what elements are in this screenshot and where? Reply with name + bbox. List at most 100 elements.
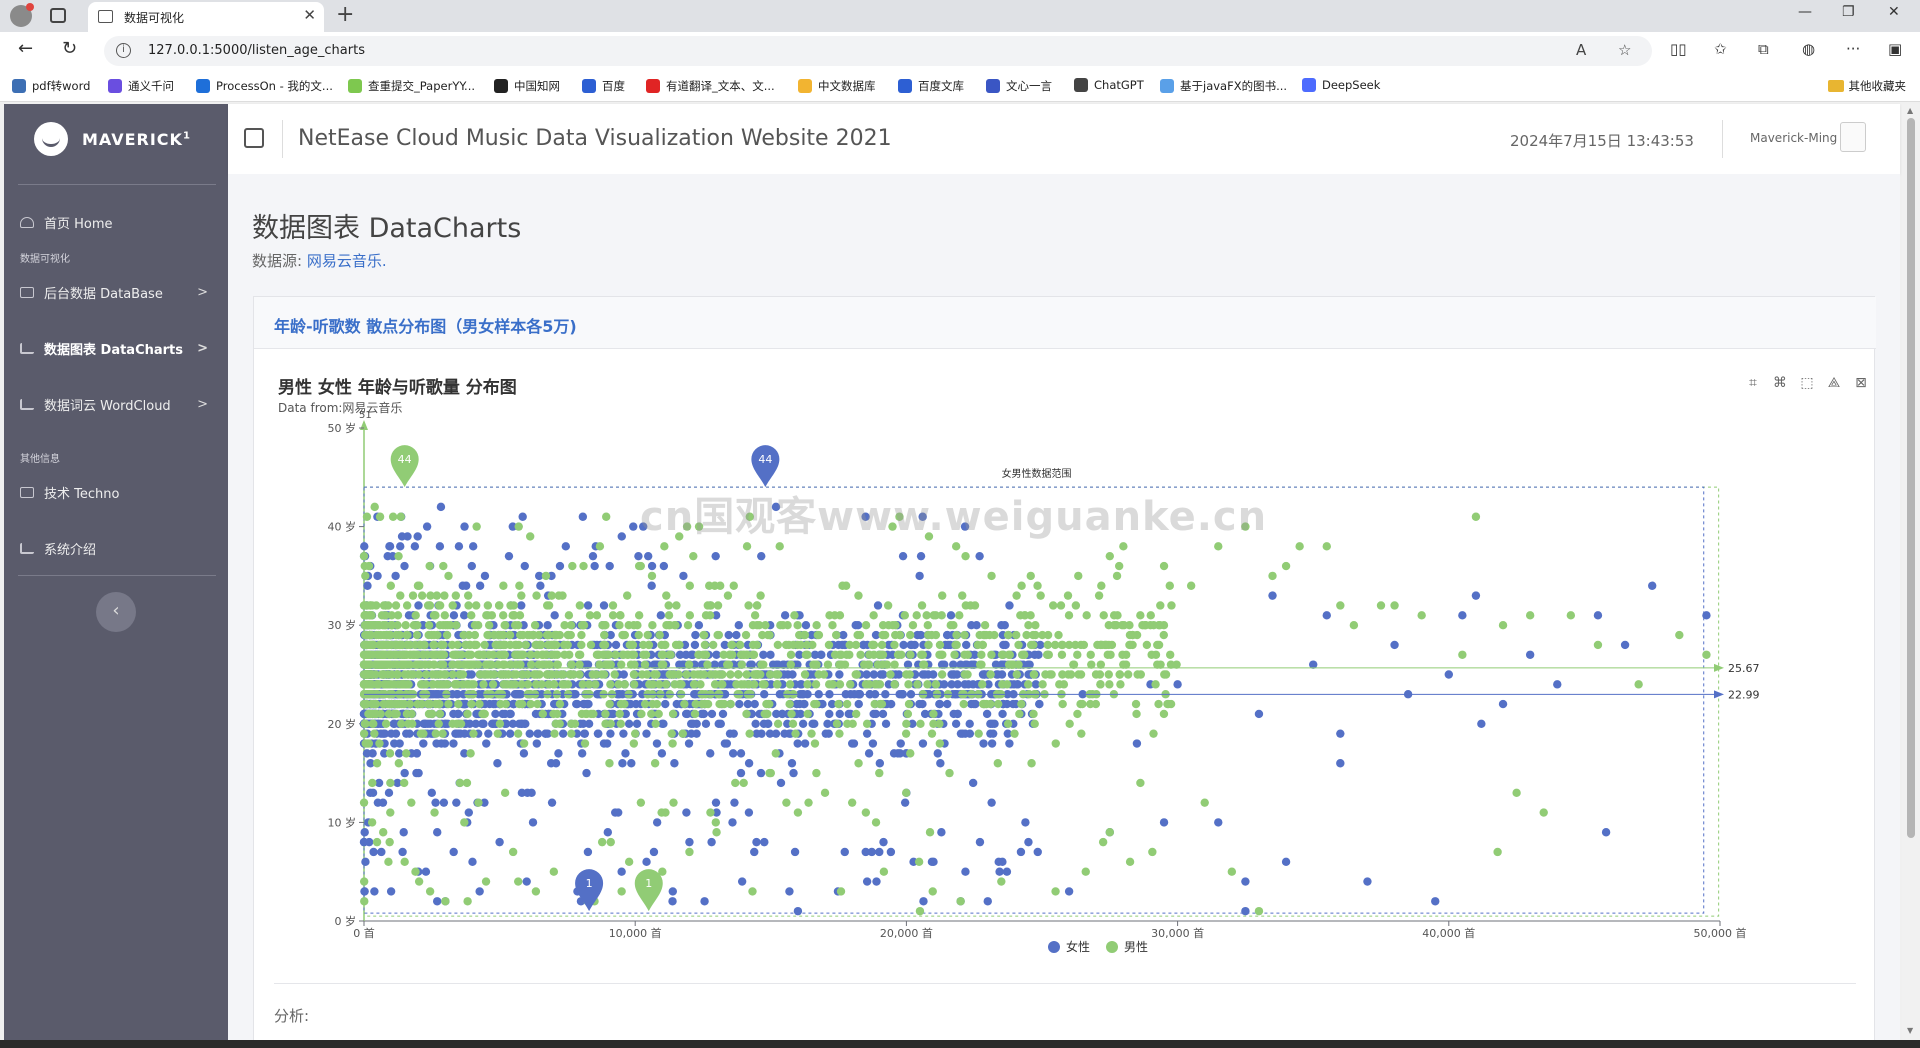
mark-area-label: 女男性数据范围 (1002, 467, 1072, 480)
scatter-point (668, 887, 677, 896)
sidebar-item-home[interactable]: 首页 Home (4, 204, 228, 240)
sidebar-item-wordcloud[interactable]: 数据词云 WordCloud > (4, 386, 228, 422)
scatter-point (547, 798, 557, 807)
more-menu-icon[interactable]: ··· (1846, 40, 1860, 58)
scatter-point (599, 601, 609, 610)
refresh-icon[interactable]: ↻ (62, 38, 77, 59)
brand[interactable]: MAVERICK1 (34, 122, 191, 156)
scatter-point (573, 699, 582, 709)
bookmark-processon[interactable]: ProcessOn - 我的文... (196, 78, 333, 94)
scatter-point (878, 621, 888, 630)
scatter-point (590, 561, 599, 571)
profile-icon[interactable] (10, 3, 34, 27)
scatter-point (945, 768, 954, 778)
extensions-icon[interactable]: ◍ (1802, 40, 1815, 58)
scatter-point (953, 709, 962, 719)
scatter-point (691, 630, 700, 640)
bookmark-pdf-word[interactable]: pdf转word (12, 78, 90, 94)
read-aloud-icon[interactable]: A (1576, 41, 1586, 59)
url-bar[interactable]: i 127.0.0.1:5000/listen_age_charts A ☆ (104, 36, 1652, 66)
scatter-point (386, 630, 395, 640)
scatter-point (661, 699, 670, 709)
tab-actions-icon[interactable] (50, 8, 66, 23)
sidebar-item-database[interactable]: 后台数据 DataBase > (4, 274, 228, 310)
scatter-point (810, 650, 820, 659)
bookmark-paperyy[interactable]: 查重提交_PaperYY... (348, 78, 475, 94)
scatter-point (859, 640, 868, 650)
scatter-point (382, 640, 392, 650)
scatter-point (360, 542, 369, 551)
scatter-point (915, 571, 924, 581)
minimize-button[interactable]: — (1798, 4, 1812, 20)
user-name[interactable]: Maverick-Ming (1750, 131, 1837, 145)
sidebar-collapse-button[interactable]: ‹ (96, 592, 136, 632)
site-info-icon[interactable]: i (116, 43, 131, 58)
scatter-point (630, 729, 640, 738)
close-tab-icon[interactable]: ✕ (303, 6, 316, 24)
bookmark-wenxin[interactable]: 文心一言 (986, 78, 1052, 94)
sidebar-item-techno[interactable]: 技术 Techno (4, 474, 228, 510)
scatter-chart[interactable]: 510 首 10,000 首 20,000 首 30,000 首 40,000 首 50,… (254, 297, 1876, 987)
scroll-down-icon[interactable]: ▼ (1907, 1026, 1913, 1035)
scatter-point (611, 650, 620, 659)
scrollbar-thumb[interactable] (1907, 118, 1915, 838)
avatar[interactable] (1840, 122, 1866, 152)
favorite-star-icon[interactable]: ☆ (1618, 41, 1631, 59)
scatter-point (410, 542, 420, 551)
bookmark-chinese-db[interactable]: 中文数据库 (798, 78, 876, 94)
back-icon[interactable]: ← (18, 38, 33, 59)
scatter-point (752, 621, 762, 630)
scatter-point (488, 650, 498, 659)
scatter-point (765, 670, 775, 679)
scatter-point (744, 601, 753, 610)
bookmark-javafx[interactable]: 基于javaFX的图书... (1160, 78, 1287, 94)
browser-tab[interactable]: 数据可视化 ✕ (88, 2, 324, 32)
sidebar-item-datacharts[interactable]: 数据图表 DataCharts > (4, 330, 228, 366)
split-screen-icon[interactable]: ▯▯ (1670, 40, 1687, 58)
scroll-up-icon[interactable]: ▲ (1907, 106, 1913, 115)
scatter-point (361, 571, 370, 581)
scatter-point (1119, 542, 1128, 551)
other-bookmarks[interactable]: 其他收藏夹 (1827, 78, 1906, 94)
bookmark-youdao[interactable]: 有道翻译_文本、文... (646, 78, 775, 94)
scatter-point (400, 680, 410, 689)
bookmark-baidu-wenku[interactable]: 百度文库 (898, 78, 964, 94)
scatter-point (918, 699, 927, 709)
scatter-point (679, 571, 688, 581)
scatter-point (482, 611, 491, 620)
bookmark-chatgpt[interactable]: ChatGPT (1074, 78, 1144, 92)
scatter-point (1086, 650, 1095, 659)
source-link[interactable]: 网易云音乐. (307, 252, 387, 270)
page-scrollbar[interactable]: ▲ ▼ (1902, 104, 1920, 1040)
scatter-point (933, 749, 942, 758)
bookmark-deepseek[interactable]: DeepSeek (1302, 78, 1380, 92)
close-window-button[interactable]: ✕ (1888, 4, 1900, 20)
collections-icon[interactable]: ⧉ (1758, 40, 1769, 58)
bookmark-baidu[interactable]: 百度 (582, 78, 625, 94)
scatter-point (1104, 670, 1113, 679)
scatter-point (586, 640, 596, 650)
scatter-point (616, 719, 626, 728)
scatter-point (956, 897, 965, 906)
zoom-icon[interactable]: ⌗ (1744, 375, 1762, 393)
polygon-select-icon[interactable]: ⟁ (1825, 375, 1843, 393)
scatter-point (551, 719, 561, 728)
sidebar-item-about[interactable]: 系统介绍 (4, 530, 228, 566)
scatter-point (1109, 621, 1119, 630)
favorites-icon[interactable]: ✩ (1714, 40, 1727, 58)
zoom-reset-icon[interactable]: ⌘ (1771, 375, 1789, 393)
restore-button[interactable]: ❐ (1842, 4, 1855, 20)
scatter-point (566, 621, 576, 630)
scatter-point (865, 650, 874, 659)
scatter-point (652, 699, 662, 709)
new-tab-button[interactable]: + (336, 2, 354, 27)
scatter-point (360, 650, 370, 659)
sidebar-toggle-icon[interactable]: ▣ (1888, 40, 1902, 58)
scatter-point (723, 591, 733, 600)
clear-select-icon[interactable]: ⊠ (1852, 375, 1870, 393)
bookmark-tongyi[interactable]: 通义千问 (108, 78, 174, 94)
bookmark-cnki[interactable]: 中国知网 (494, 78, 560, 94)
rect-select-icon[interactable]: ⬚ (1798, 375, 1816, 393)
scatter-point (1165, 650, 1175, 659)
scatter-point (705, 611, 715, 620)
